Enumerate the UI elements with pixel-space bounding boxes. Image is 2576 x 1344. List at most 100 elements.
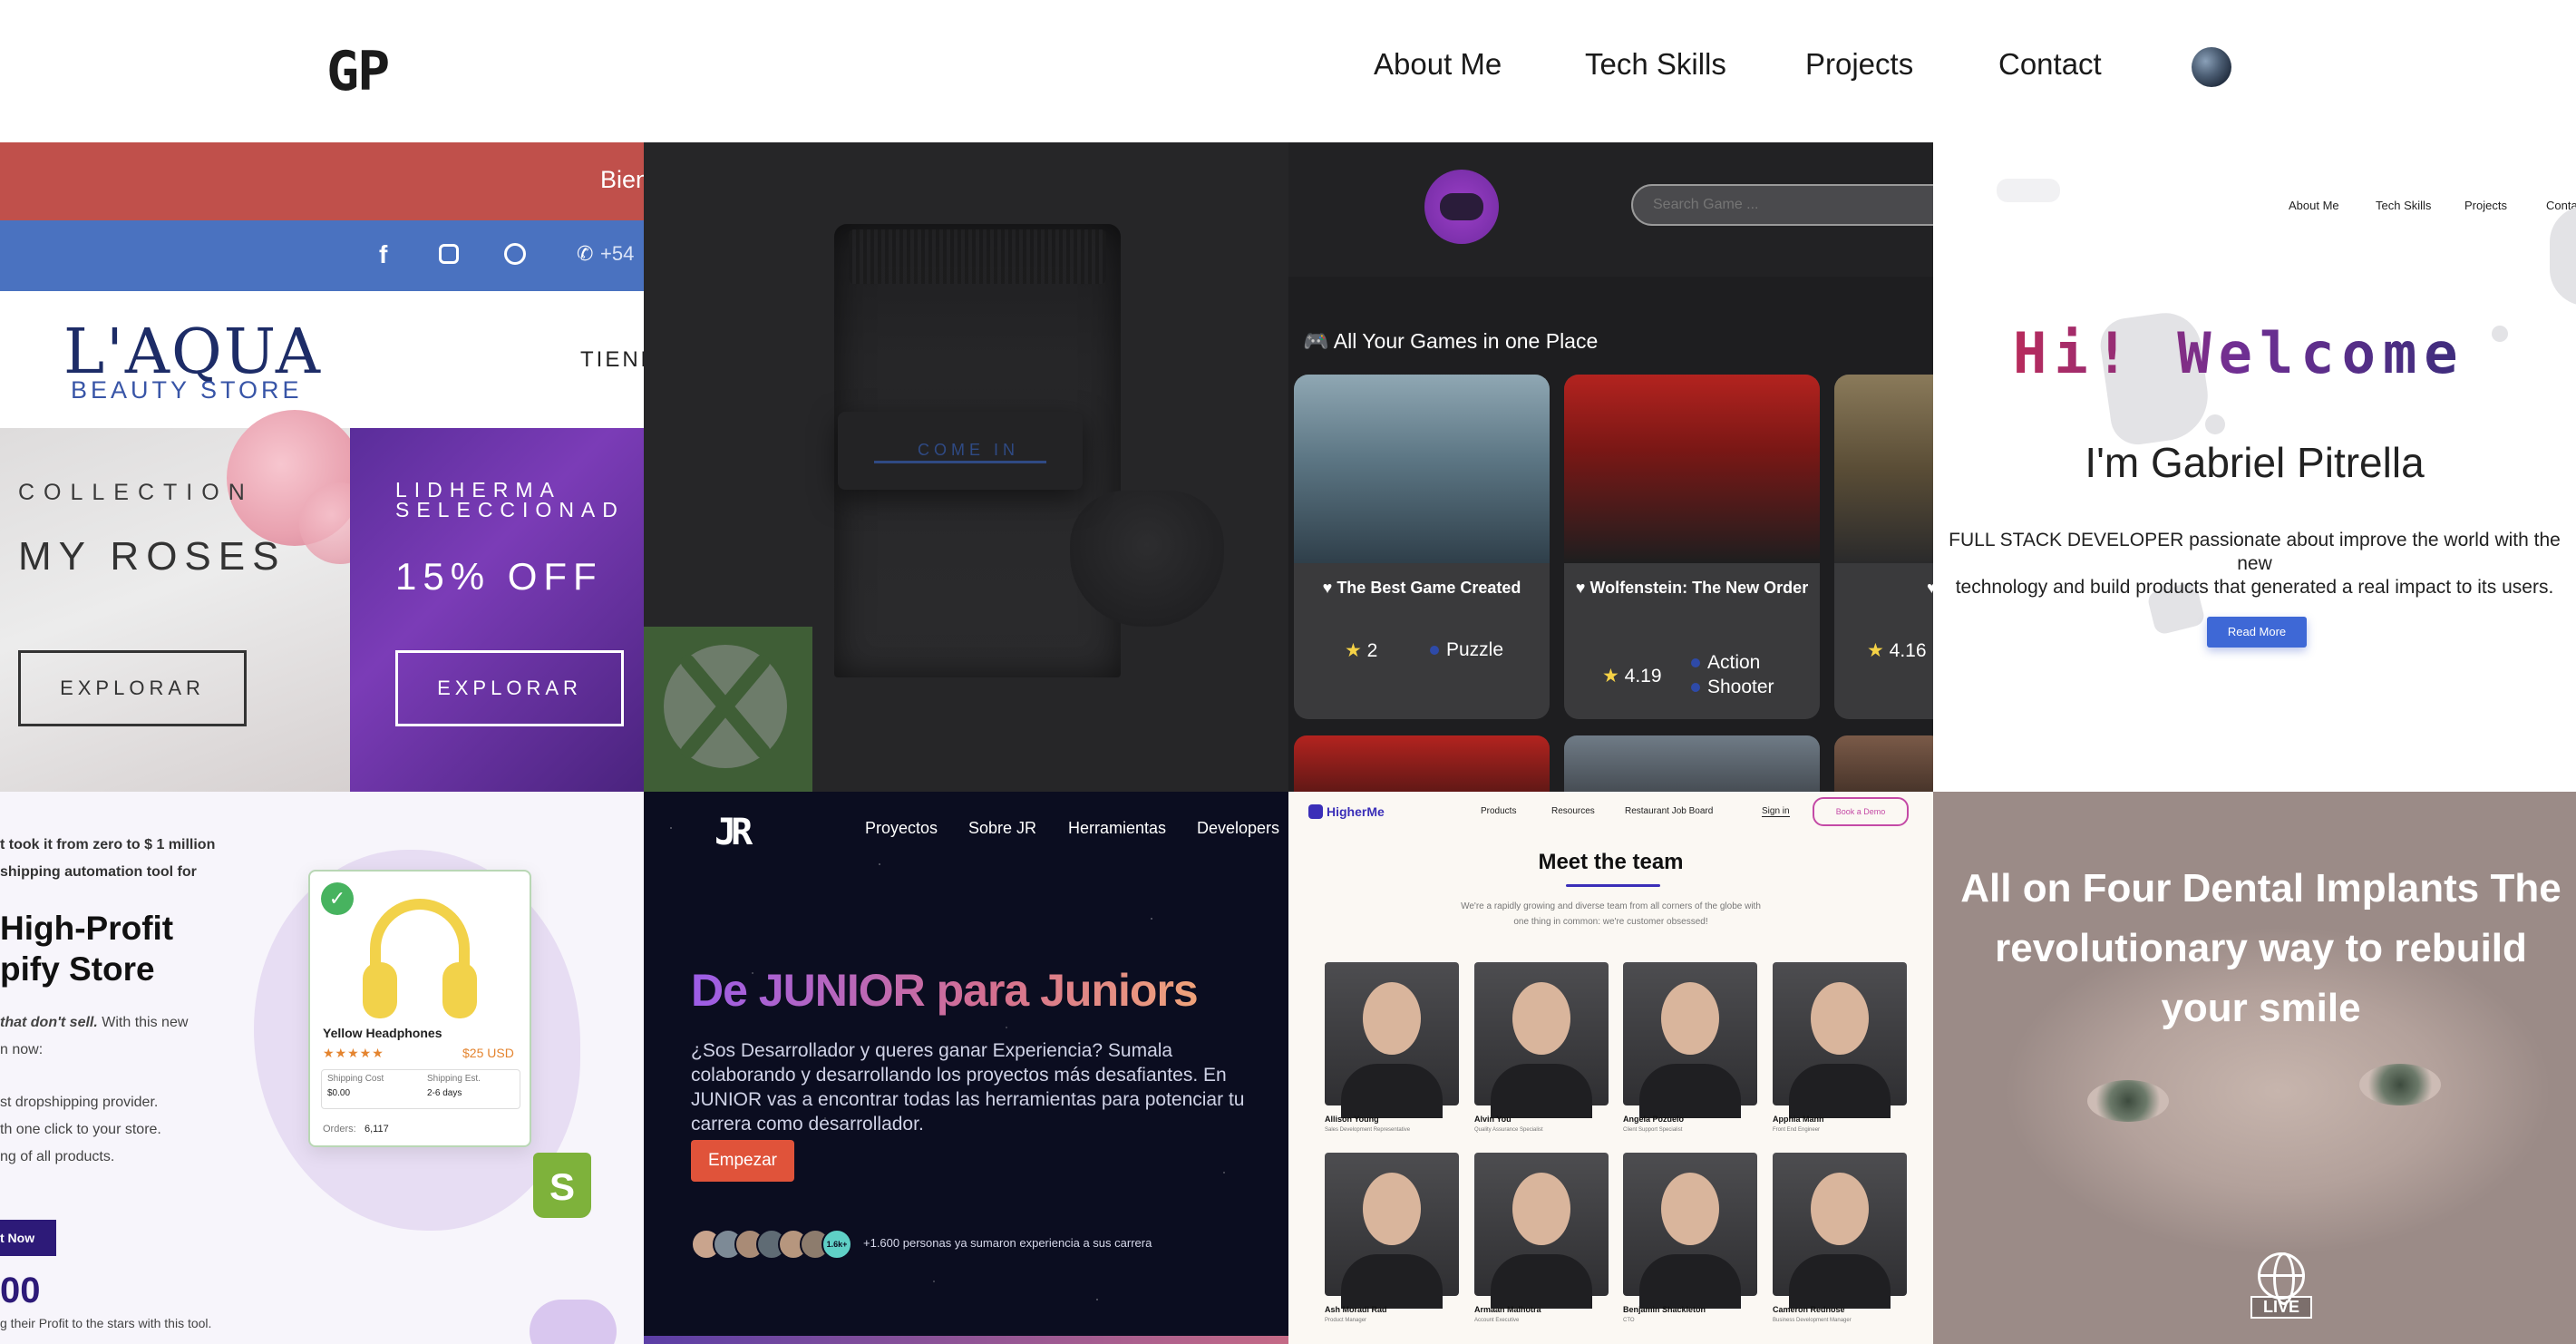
project-shopify[interactable]: t took it from zero to $ 1 million shipp… [0, 792, 644, 1344]
whatsapp-icon[interactable] [504, 243, 526, 265]
avatar-count-badge: 1.6k+ [821, 1229, 852, 1260]
games-header [1288, 142, 1933, 277]
heart-icon[interactable]: ♥ [1927, 579, 1933, 597]
intro-line: t took it from zero to $ 1 million [0, 837, 216, 852]
moon-icon[interactable] [2192, 47, 2231, 87]
facebook-icon[interactable]: f [379, 240, 387, 269]
nav-item[interactable]: Developers [1197, 819, 1279, 838]
come-in-button[interactable]: COME IN [838, 412, 1083, 490]
intro-line: shipping automation tool for [0, 864, 197, 880]
nav-item[interactable]: Herramientas [1068, 819, 1166, 838]
members-text: +1.600 personas ya sumaron experiencia a… [863, 1236, 1152, 1250]
nav-projects[interactable]: Projects [1805, 47, 1913, 82]
member-name: Apphia Mann [1773, 1115, 1824, 1124]
shipping-box: Shipping Cost $0.00 Shipping Est. 2-6 da… [321, 1069, 520, 1109]
explore-button[interactable]: EXPLORAR [18, 650, 247, 726]
heading-underline [1566, 884, 1660, 887]
orders-label: Orders: [323, 1124, 356, 1135]
heart-icon[interactable]: ♥ [1323, 579, 1337, 597]
gamepad-icon[interactable] [1424, 170, 1499, 244]
bottom-gradient-bar [644, 1336, 1288, 1344]
genre-label: Action [1707, 652, 1761, 673]
subtitle-line: one thing in common: we're customer obse… [1513, 917, 1708, 927]
member-role: Client Support Specialist [1623, 1127, 1683, 1133]
globe-icon [2258, 1252, 2305, 1305]
controller-image [1070, 491, 1224, 627]
banner-text: Bien [600, 166, 644, 193]
phone-number: +54 [600, 242, 635, 265]
come-in-underline [874, 461, 1046, 463]
game-rating: ★ 4.19 [1602, 665, 1662, 687]
member-name: Cameron Rednose [1773, 1305, 1845, 1314]
project-junior[interactable]: JR Proyectos Sobre JR Herramientas Devel… [644, 792, 1288, 1344]
product-name: Yellow Headphones [323, 1026, 442, 1040]
genre-label: Puzzle [1446, 639, 1504, 660]
star-icon: ★ [1602, 666, 1619, 687]
project-dental[interactable]: All on Four Dental Implants The revoluti… [1933, 792, 2576, 1344]
product-card[interactable]: ✓ Yellow Headphones ★★★★★ $25 USD Shippi… [308, 870, 531, 1147]
decorative-blob [530, 1300, 617, 1344]
game-card[interactable]: ♥ Wolfenstein: The New Order ★ 4.19 Acti… [1564, 375, 1820, 719]
team-photo [1773, 1153, 1907, 1309]
search-input[interactable] [1631, 184, 1933, 226]
nav-item[interactable]: Tech Skills [2376, 199, 2431, 212]
nav-about-me[interactable]: About Me [1374, 47, 1502, 82]
explore-promo-button[interactable]: EXPLORAR [395, 650, 624, 726]
jr-logo[interactable]: JR [714, 812, 753, 853]
genre-label: Shooter [1707, 677, 1774, 697]
section-title: 🎮 All Your Games in one Place [1303, 329, 1599, 353]
game-card[interactable] [1294, 735, 1550, 792]
rating-value: 4.19 [1624, 666, 1662, 687]
project-xbox[interactable]: COME IN [644, 142, 1288, 792]
project-games[interactable]: 🎮 All Your Games in one Place ♥ The Best… [1288, 142, 1933, 792]
game-rating: ★ 2 [1345, 639, 1377, 662]
star-icon: ★ [1345, 640, 1362, 661]
game-card[interactable]: ♥ The Best Game Created ★ 2 Puzzle [1294, 375, 1550, 719]
sign-in-link[interactable]: Sign in [1762, 806, 1790, 817]
book-demo-button[interactable]: Book a Demo [1813, 797, 1909, 826]
nav-tech-skills[interactable]: Tech Skills [1585, 47, 1726, 82]
game-card[interactable]: ♥ ★ 4.16 [1834, 375, 1933, 719]
member-name: Allison Young [1325, 1115, 1379, 1124]
nav-resources[interactable]: Resources [1551, 806, 1595, 816]
body-text: that don't sell. With this new [0, 1015, 188, 1031]
nav-item[interactable]: Sobre JR [968, 819, 1036, 838]
get-now-button[interactable]: t Now [0, 1220, 56, 1256]
nav-item[interactable]: Projects [2464, 199, 2507, 212]
start-button[interactable]: Empezar [691, 1140, 794, 1182]
orders-value: 6,117 [365, 1124, 389, 1135]
shipping-est-value: 2-6 days [427, 1088, 462, 1098]
member-role: Product Manager [1325, 1318, 1367, 1323]
brand-name[interactable]: HigherMe [1327, 804, 1385, 819]
read-more-button[interactable]: Read More [2207, 617, 2307, 648]
subtitle-line: We're a rapidly growing and diverse team… [1461, 901, 1761, 911]
live-badge[interactable]: LIVE [2250, 1252, 2312, 1319]
site-logo[interactable]: GP [326, 40, 390, 103]
game-genre: Puzzle [1430, 638, 1503, 662]
shipping-est-label: Shipping Est. [427, 1074, 481, 1084]
menu-item[interactable]: TIEND [580, 347, 644, 373]
project-laqua[interactable]: Bien f ✆ +54 L'AQUA BEAUTY STORE TIEND C… [0, 142, 644, 792]
team-subtitle: We're a rapidly growing and diverse team… [1288, 899, 1933, 930]
nav-item[interactable]: Proyectos [865, 819, 938, 838]
feature-item: th one click to your store. [0, 1122, 161, 1137]
shopify-bag-icon: S [533, 1153, 591, 1218]
instagram-icon[interactable] [439, 244, 459, 264]
feature-item: ng of all products. [0, 1149, 115, 1164]
nav-job-board[interactable]: Restaurant Job Board [1625, 806, 1713, 816]
member-name: Benjamin Shackleton [1623, 1305, 1706, 1314]
game-card[interactable] [1834, 735, 1933, 792]
nav-products[interactable]: Products [1481, 806, 1516, 816]
portfolio-page: GP About Me Tech Skills Projects Contact… [0, 0, 2576, 1344]
logo-placeholder [1997, 179, 2060, 202]
site-header: GP About Me Tech Skills Projects Contact [0, 0, 2576, 142]
game-card[interactable] [1564, 735, 1820, 792]
nav-item[interactable]: About Me [2289, 199, 2339, 212]
heart-icon[interactable]: ♥ [1576, 579, 1590, 597]
project-higherme[interactable]: HigherMe Products Resources Restaurant J… [1288, 792, 1933, 1344]
game-title-text: The Best Game Created [1337, 579, 1521, 597]
big-stat: 00 [0, 1271, 41, 1310]
nav-contact[interactable]: Contact [1998, 47, 2102, 82]
project-portfolio[interactable]: About Me Tech Skills Projects Conta Hi! … [1933, 142, 2576, 792]
rating-value: 2 [1366, 640, 1378, 661]
